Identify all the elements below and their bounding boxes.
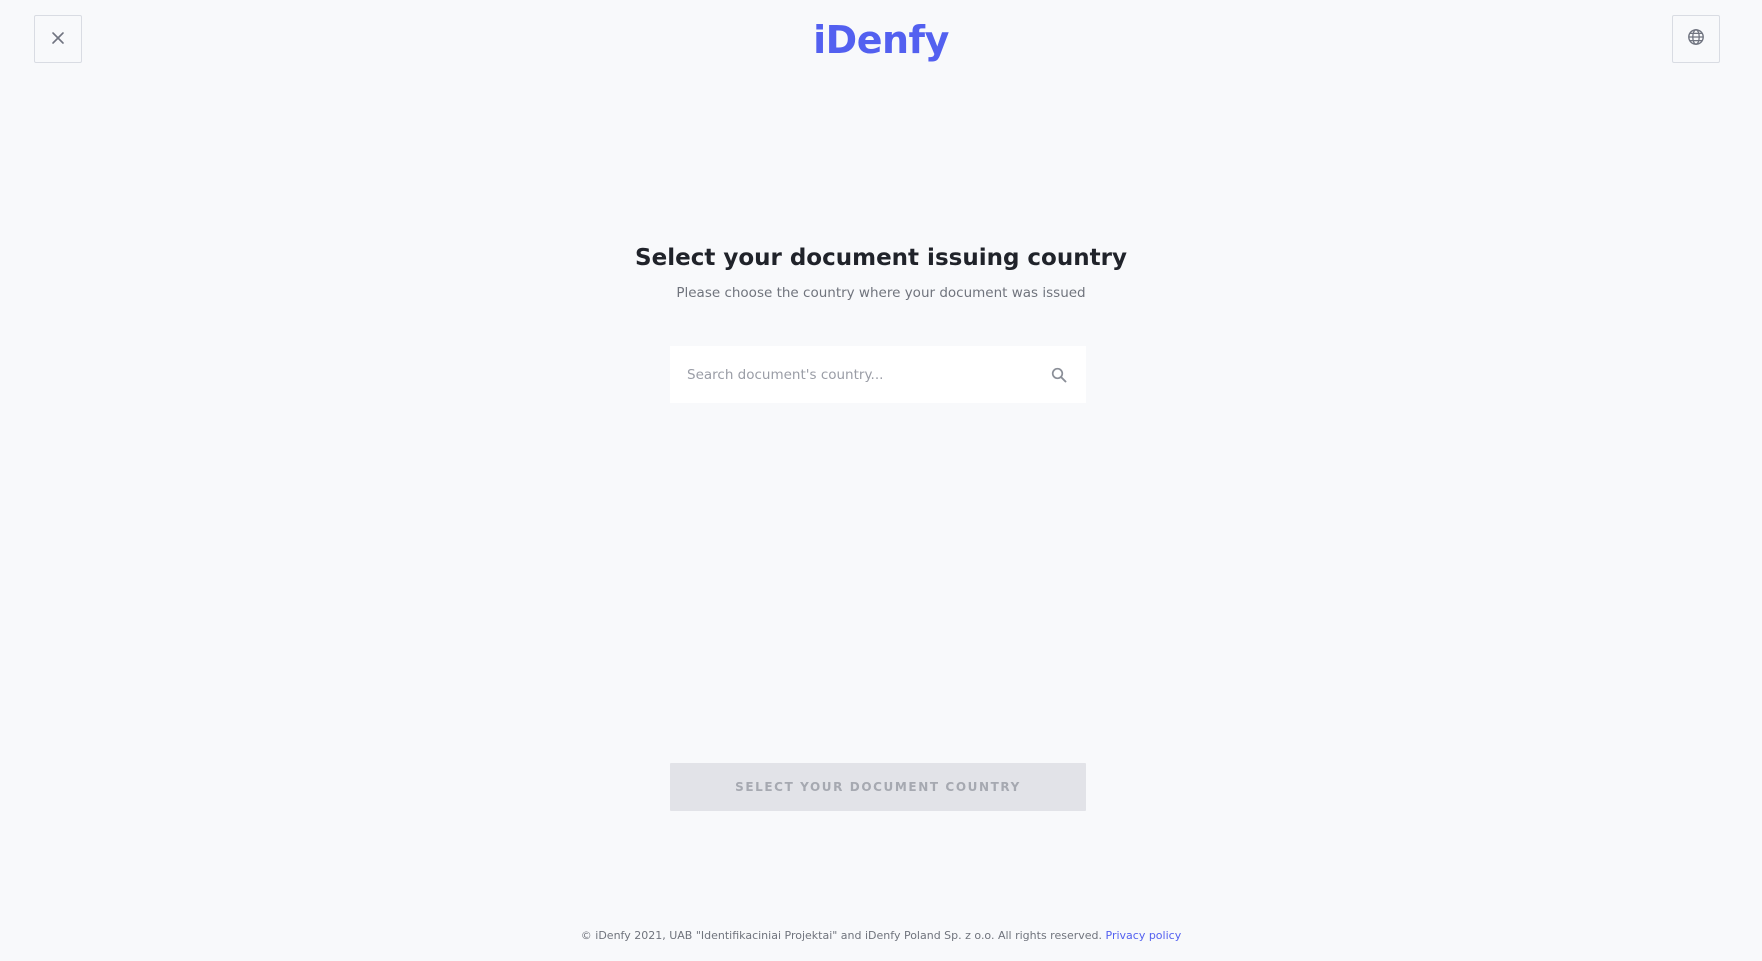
search-icon[interactable] xyxy=(1050,366,1068,384)
page-title: Select your document issuing country xyxy=(635,245,1127,271)
globe-icon xyxy=(1687,28,1705,50)
language-button[interactable] xyxy=(1672,15,1720,63)
privacy-policy-link[interactable]: Privacy policy xyxy=(1106,929,1182,942)
country-search-input[interactable] xyxy=(687,346,1050,403)
select-country-button[interactable]: SELECT YOUR DOCUMENT COUNTRY xyxy=(670,763,1086,811)
page-subtitle: Please choose the country where your doc… xyxy=(676,285,1086,301)
footer: © iDenfy 2021, UAB "Identifikaciniai Pro… xyxy=(0,926,1762,946)
country-search xyxy=(670,346,1086,403)
idenfy-logo: iDenfy xyxy=(813,18,949,62)
copyright-text: © iDenfy 2021, UAB "Identifikaciniai Pro… xyxy=(580,929,1102,942)
